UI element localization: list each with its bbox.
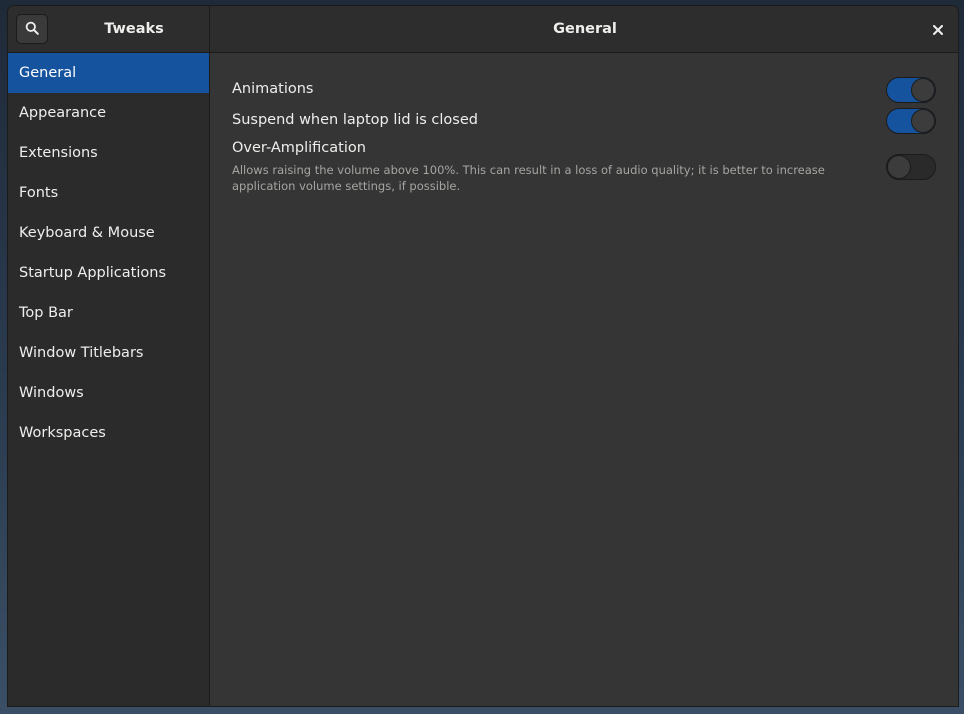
setting-description: Allows raising the volume above 100%. Th… xyxy=(232,163,825,193)
setting-label: Animations xyxy=(232,81,314,97)
setting-row-suspend-lid: Suspend when laptop lid is closed xyxy=(232,110,942,130)
tweaks-window: Tweaks General General Appearance Extens… xyxy=(7,5,959,707)
sidebar-item-workspaces[interactable]: Workspaces xyxy=(8,413,209,453)
sidebar: General Appearance Extensions Fonts Keyb… xyxy=(8,53,210,706)
setting-label: Over-Amplification xyxy=(232,140,366,156)
sidebar-item-appearance[interactable]: Appearance xyxy=(8,93,209,133)
setting-label: Suspend when laptop lid is closed xyxy=(232,112,478,128)
over-amplification-switch[interactable] xyxy=(886,154,936,180)
sidebar-item-general[interactable]: General xyxy=(8,53,209,93)
sidebar-item-keyboard-mouse[interactable]: Keyboard & Mouse xyxy=(8,213,209,253)
header-left: Tweaks xyxy=(8,6,210,53)
page-title: General xyxy=(553,21,617,37)
switch-knob xyxy=(887,155,911,179)
setting-row-animations: Animations xyxy=(232,79,942,99)
sidebar-item-startup-applications[interactable]: Startup Applications xyxy=(8,253,209,293)
suspend-lid-switch[interactable] xyxy=(886,108,936,134)
sidebar-item-top-bar[interactable]: Top Bar xyxy=(8,293,209,333)
settings-panel: Animations Suspend when laptop lid is cl… xyxy=(211,53,958,706)
close-button[interactable] xyxy=(930,21,946,37)
app-title: Tweaks xyxy=(104,21,164,37)
animations-switch[interactable] xyxy=(886,77,936,103)
switch-knob xyxy=(911,109,935,133)
close-icon xyxy=(933,20,943,39)
sidebar-item-window-titlebars[interactable]: Window Titlebars xyxy=(8,333,209,373)
sidebar-item-extensions[interactable]: Extensions xyxy=(8,133,209,173)
search-button[interactable] xyxy=(16,14,48,44)
sidebar-item-windows[interactable]: Windows xyxy=(8,373,209,413)
switch-knob xyxy=(911,78,935,102)
sidebar-item-fonts[interactable]: Fonts xyxy=(8,173,209,213)
search-icon xyxy=(25,20,39,39)
header-bar: Tweaks General xyxy=(8,6,958,53)
setting-row-over-amplification: Over-Amplification Allows raising the vo… xyxy=(232,138,942,194)
